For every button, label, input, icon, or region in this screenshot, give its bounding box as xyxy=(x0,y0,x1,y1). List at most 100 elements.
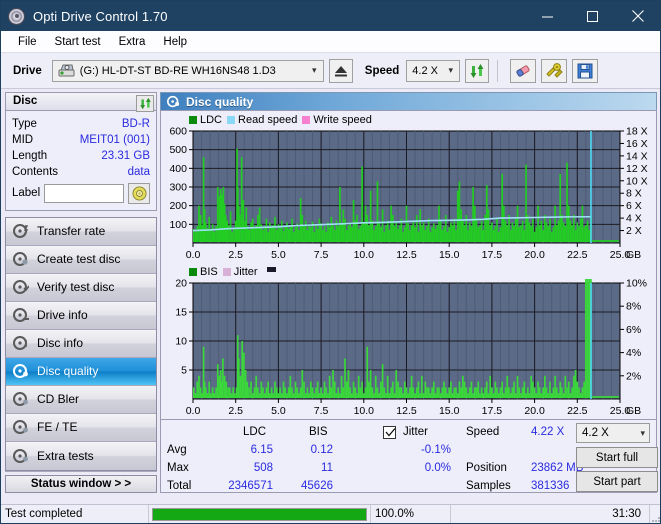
stats-panel: LDC BIS Jitter Avg Max Total 6.15 508 23… xyxy=(160,420,658,493)
disc-value-length: 23.31 GB xyxy=(101,149,150,162)
ldc-chart-svg: 100 200 300 400 500 600 2 X4 X6 X8 X10 X12 X14… xyxy=(169,127,648,261)
svg-text:5: 5 xyxy=(181,365,187,377)
drive-toolbar: Drive (G:) HL-DT-ST BD-RE WH16NS48 1.D3 … xyxy=(1,53,660,89)
svg-text:12.5: 12.5 xyxy=(396,405,417,417)
disc-key-type: Type xyxy=(12,117,37,130)
legend-swatch-extra xyxy=(266,267,276,273)
disc-row-type: Type BD-R xyxy=(12,116,150,132)
svg-text:7.5: 7.5 xyxy=(314,405,329,417)
svg-text:10 X: 10 X xyxy=(626,175,648,187)
disc-label-button[interactable] xyxy=(128,182,150,204)
start-full-button[interactable]: Start full xyxy=(576,447,658,469)
test-speed-select[interactable]: 4.2 X ▾ xyxy=(576,423,650,444)
svg-text:17.5: 17.5 xyxy=(482,249,503,261)
stats-avg-jitter: -0.1% xyxy=(420,444,451,457)
app-disc-icon xyxy=(8,7,25,25)
svg-text:12.5: 12.5 xyxy=(396,249,417,261)
disc-key-length: Length xyxy=(12,149,48,162)
disc-key-contents: Contents xyxy=(12,165,59,178)
tools-button[interactable] xyxy=(541,58,568,83)
disc-label-row: Label xyxy=(12,182,150,204)
legend-label-bis: BIS xyxy=(200,266,218,279)
svg-text:300: 300 xyxy=(169,182,187,194)
close-icon[interactable] xyxy=(615,1,660,31)
erase-button[interactable] xyxy=(510,58,537,83)
sidebar-filler xyxy=(5,470,157,472)
sidebar-item-drive-info[interactable]: Drive info xyxy=(6,301,156,330)
legend-swatch-ldc xyxy=(189,116,197,125)
svg-text:4 X: 4 X xyxy=(626,213,642,225)
legend-label-read-speed: Read speed xyxy=(238,114,298,127)
sidebar-item-transfer-rate[interactable]: Transfer rate xyxy=(6,217,156,246)
app-window: Opti Drive Control 1.70 File Start test … xyxy=(0,0,661,524)
legend-write-speed: Write speed xyxy=(302,114,372,126)
progress-bar xyxy=(149,504,371,523)
disc-label-key: Label xyxy=(12,187,41,199)
stats-col-ldc: LDC xyxy=(243,426,267,439)
disc-value-contents: data xyxy=(127,165,150,178)
svg-text:GB: GB xyxy=(626,405,641,417)
elapsed-time: 31:30 xyxy=(451,504,650,523)
eject-button[interactable] xyxy=(328,58,353,83)
sidebar-label: Create test disc xyxy=(37,252,121,266)
sidebar-label: Transfer rate xyxy=(37,224,106,238)
sidebar-item-cd-bler[interactable]: CD Bler xyxy=(6,385,156,414)
legend-swatch-jitter xyxy=(222,268,231,277)
jitter-checkbox[interactable] xyxy=(383,426,396,440)
window-controls xyxy=(525,1,660,31)
svg-text:15: 15 xyxy=(175,307,187,319)
svg-text:5.0: 5.0 xyxy=(271,405,286,417)
svg-text:GB: GB xyxy=(626,249,641,261)
bis-chart-svg: 5 10 15 20 2% 4% 6% 8% 10% 0.0 2.5 5.0 7.5 10.0 12.5 15… xyxy=(175,279,647,417)
stats-samples-label: Samples xyxy=(466,480,511,493)
svg-text:8%: 8% xyxy=(626,301,641,313)
sidebar-item-disc-info[interactable]: Disc info xyxy=(6,329,156,358)
sidebar-item-fe-te[interactable]: FE / TE xyxy=(6,413,156,442)
svg-text:5.0: 5.0 xyxy=(271,249,286,261)
bis-chart[interactable]: 5 10 15 20 2% 4% 6% 8% 10% 0.0 2.5 5.0 7.5 10.0 12.5 15… xyxy=(161,279,656,419)
menu-extra[interactable]: Extra xyxy=(110,34,155,50)
svg-text:10: 10 xyxy=(175,336,187,348)
menu-help[interactable]: Help xyxy=(154,34,196,50)
stats-row-label-total: Total xyxy=(167,480,192,493)
progress-percent: 100.0% xyxy=(371,504,451,523)
sidebar-item-extra-tests[interactable]: Extra tests xyxy=(6,441,156,470)
resize-grip[interactable] xyxy=(650,505,660,524)
disc-panel-header: Disc xyxy=(5,92,157,112)
svg-text:6 X: 6 X xyxy=(626,200,642,212)
stats-col-bis: BIS xyxy=(309,426,328,439)
speed-value: 4.2 X xyxy=(412,64,438,77)
sidebar-item-create-test-disc[interactable]: Create test disc xyxy=(6,245,156,274)
disc-refresh-button[interactable] xyxy=(136,95,154,112)
disc-info-icon xyxy=(13,336,27,350)
svg-text:16 X: 16 X xyxy=(626,138,648,150)
save-icon xyxy=(577,63,593,78)
svg-text:10%: 10% xyxy=(626,279,647,290)
save-button[interactable] xyxy=(572,58,599,83)
status-window-button[interactable]: Status window > > xyxy=(5,474,157,493)
menu-bar: File Start test Extra Help xyxy=(1,31,660,53)
maximize-icon[interactable] xyxy=(570,1,615,31)
ldc-chart[interactable]: 100 200 300 400 500 600 2 X4 X6 X8 X 10 X 12 X 14… xyxy=(161,127,656,263)
sidebar-label: FE / TE xyxy=(37,420,78,434)
main-body: Disc Type BD-R MID MEIT01 (001) Length 2… xyxy=(1,89,660,493)
legend-read-speed: Read speed xyxy=(227,114,297,126)
disc-label-input[interactable] xyxy=(44,183,124,203)
disc-row-contents: Contents data xyxy=(12,164,150,180)
menu-file[interactable]: File xyxy=(9,34,46,50)
sidebar-item-verify-test-disc[interactable]: Verify test disc xyxy=(6,273,156,302)
stats-avg-bis: 0.12 xyxy=(310,444,333,457)
speed-select[interactable]: 4.2 X ▾ xyxy=(406,59,461,82)
drive-select[interactable]: (G:) HL-DT-ST BD-RE WH16NS48 1.D3 ▾ xyxy=(51,59,324,82)
disc-row-mid: MID MEIT01 (001) xyxy=(12,132,150,148)
refresh-button[interactable] xyxy=(465,58,490,83)
sidebar-item-disc-quality[interactable]: Disc quality xyxy=(6,357,156,386)
disc-panel-title: Disc xyxy=(13,95,38,108)
extra-tests-icon xyxy=(13,448,28,463)
drive-icon xyxy=(58,64,75,77)
stats-col-jitter: Jitter xyxy=(403,426,428,439)
start-part-button[interactable]: Start part xyxy=(576,471,658,493)
minimize-icon[interactable] xyxy=(525,1,570,31)
menu-start-test[interactable]: Start test xyxy=(46,34,110,50)
stats-speed-label: Speed xyxy=(466,426,500,439)
